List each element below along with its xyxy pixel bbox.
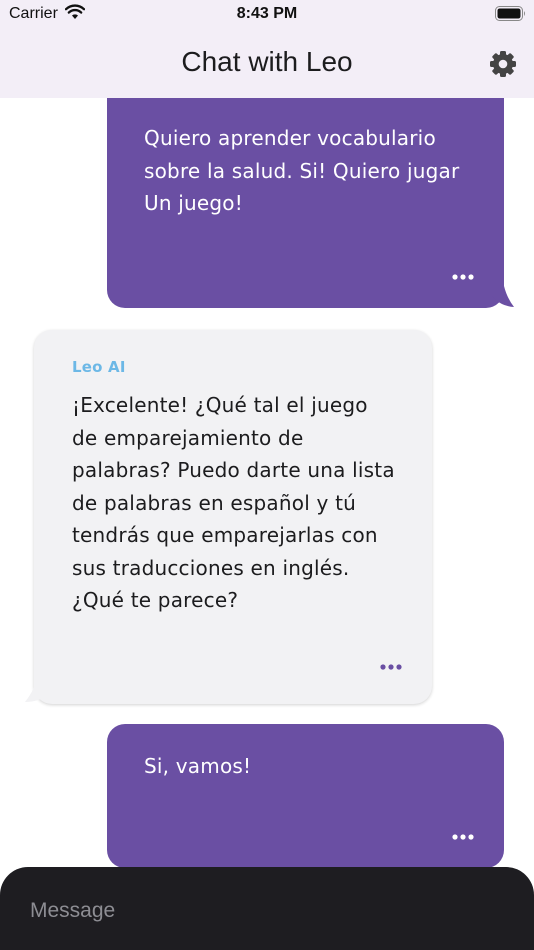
message-text: Quiero aprender vocabulario sobre la sal… <box>144 126 460 215</box>
sender-name: Leo AI <box>72 358 126 376</box>
user-message-bubble: Si, vamos! <box>107 724 504 868</box>
bubble-tail <box>25 680 49 702</box>
message-composer <box>0 867 534 950</box>
gear-icon <box>490 51 516 77</box>
message-text: ¡Excelente! ¿Qué tal el juego de emparej… <box>72 393 395 612</box>
bubble-tail <box>492 286 514 307</box>
assistant-message-bubble: Leo AI ¡Excelente! ¿Qué tal el juego de … <box>25 330 432 704</box>
more-options-icon[interactable] <box>452 834 474 840</box>
more-options-icon[interactable] <box>452 274 474 280</box>
message-text: Si, vamos! <box>144 754 252 778</box>
user-message-bubble: Quiero aprender vocabulario sobre la sal… <box>107 98 514 308</box>
message-input[interactable] <box>30 895 500 927</box>
settings-button[interactable] <box>487 48 519 80</box>
page-title: Chat with Leo <box>181 46 353 77</box>
more-options-icon[interactable] <box>380 664 402 670</box>
battery-icon <box>495 6 525 21</box>
message-list[interactable]: Quiero aprender vocabulario sobre la sal… <box>0 98 534 868</box>
status-time: 8:43 PM <box>236 5 298 22</box>
nav-bar: Chat with Leo <box>0 28 534 98</box>
status-bar: Carrier 8:43 PM <box>0 0 534 28</box>
